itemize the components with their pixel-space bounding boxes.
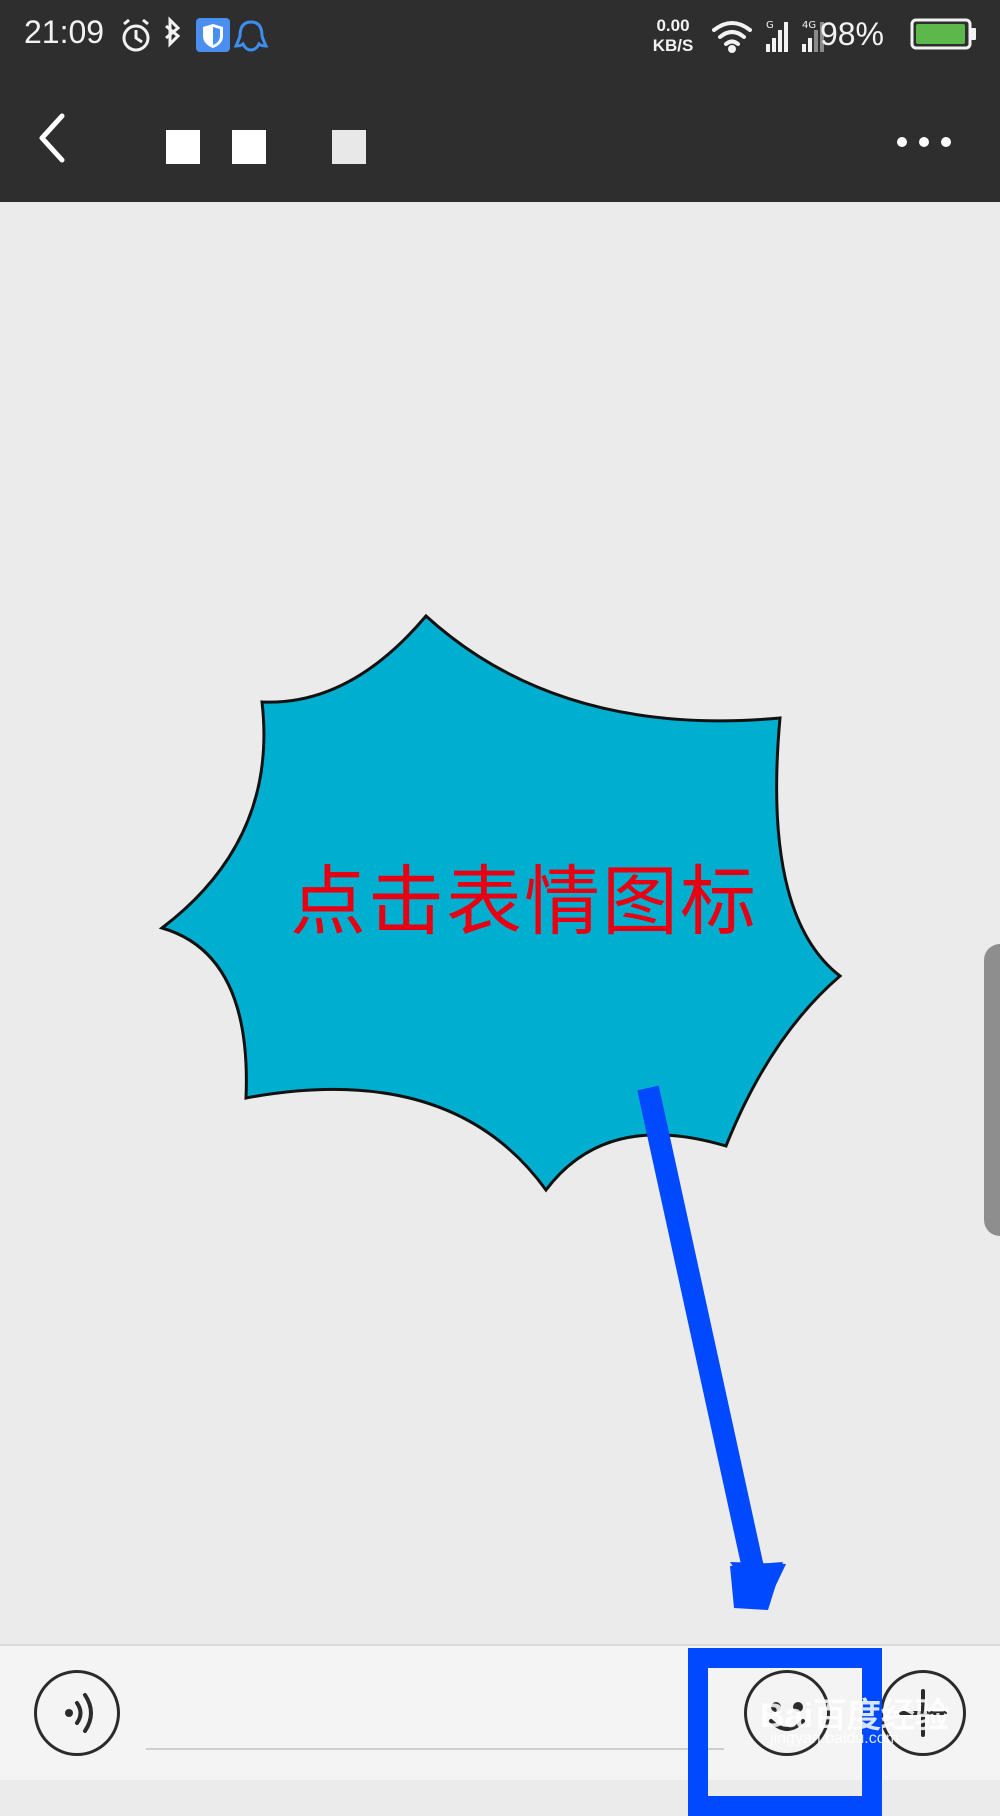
message-input[interactable] [146,1686,724,1750]
callout-text: 点击表情图标 [290,857,758,946]
scrollbar-handle[interactable] [984,944,1000,1236]
chevron-left-icon[interactable] [28,110,84,166]
net-speed: 0.00 KB/S [648,16,698,56]
voice-button[interactable] [34,1670,120,1756]
redaction-block [232,130,266,164]
status-time: 21:09 [24,14,105,50]
more-dots-icon[interactable] [892,122,956,162]
plus-icon [899,1689,947,1737]
battery-fill [916,24,965,44]
wifi-icon [712,21,752,53]
status-bar: 21:09 0.00 KB/S G 4G 98% [0,0,1000,72]
svg-text:G: G [766,20,774,31]
nav-bar [0,72,1000,202]
battery-percent: 98% [819,16,884,52]
plus-button[interactable] [880,1670,966,1756]
net-speed-unit: KB/S [652,36,694,55]
redaction-block [332,130,366,164]
battery-icon [910,18,976,50]
qq-icon [233,20,269,52]
shield-icon [196,18,230,52]
bluetooth-icon [165,16,181,48]
redaction-block [166,130,200,164]
emoji-button[interactable] [744,1670,830,1756]
voice-icon [65,1693,93,1733]
alarm-icon [122,18,150,52]
emoji-icon [769,1702,805,1731]
signal-icon: G [766,20,788,52]
net-speed-value: 0.00 [656,16,690,35]
chat-input-bar [0,1644,1000,1780]
status-icons-left [122,16,269,52]
svg-text:4G: 4G [802,20,816,31]
